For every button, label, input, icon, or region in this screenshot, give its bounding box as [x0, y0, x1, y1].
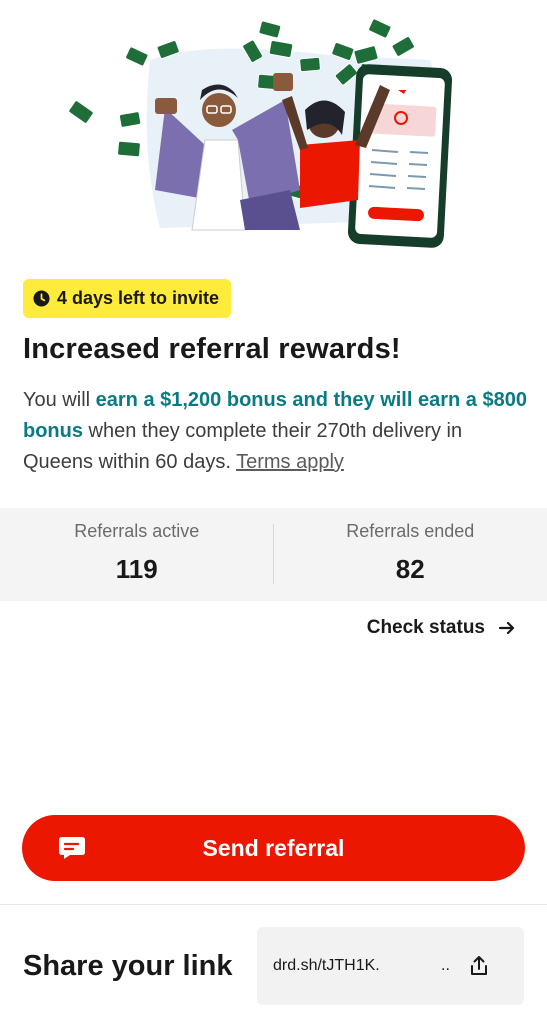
share-link-section: Share your link drd.sh/tJTH1K. ..: [0, 904, 547, 1024]
check-status-label: Check status: [366, 617, 485, 638]
referral-link-text[interactable]: drd.sh/tJTH1K.: [273, 957, 393, 975]
referrals-active-label: Referrals active: [74, 521, 200, 541]
message-icon: [59, 837, 85, 859]
referrals-active-value: 119: [115, 554, 158, 584]
stats-divider: [273, 524, 274, 584]
referrals-ended-label: Referrals ended: [346, 521, 475, 541]
reward-description: You will earn a $1,200 bonus and they wi…: [23, 385, 528, 478]
referral-link-box[interactable]: drd.sh/tJTH1K. ..: [257, 927, 524, 1005]
terms-link[interactable]: Terms apply: [236, 451, 344, 473]
send-referral-button[interactable]: Send referral: [22, 815, 525, 881]
referrals-active-stat: Referrals active 119: [0, 508, 274, 601]
share-icon[interactable]: [468, 955, 490, 977]
referral-illustration: [68, 18, 453, 248]
days-left-badge: 4 days left to invite: [23, 279, 232, 318]
check-status-link[interactable]: Check status: [367, 617, 517, 639]
description-text: You will: [23, 389, 96, 411]
referrals-ended-value: 82: [395, 554, 425, 584]
phone-illustration: [347, 64, 453, 248]
days-left-text: 4 days left to invite: [57, 288, 220, 308]
send-referral-label: Send referral: [202, 834, 345, 861]
page-title: Increased referral rewards!: [23, 333, 401, 365]
share-title: Share your link: [23, 950, 233, 982]
referral-link-ellipsis: ..: [441, 957, 450, 974]
arrow-right-icon: [498, 621, 515, 635]
referral-stats: Referrals active 119 Referrals ended 82: [0, 508, 547, 601]
clock-icon: [33, 290, 50, 307]
referrals-ended-stat: Referrals ended 82: [274, 508, 547, 601]
